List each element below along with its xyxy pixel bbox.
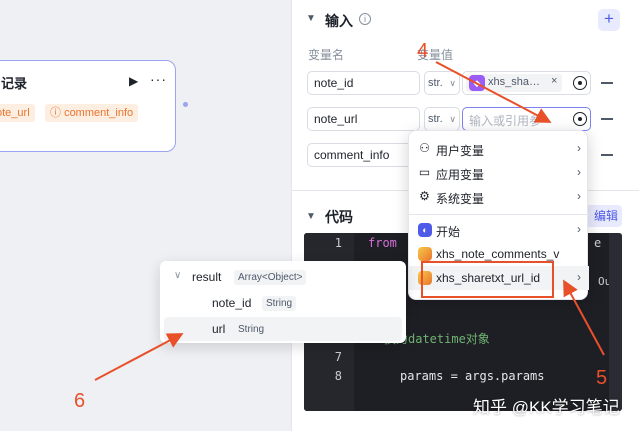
- dropdown-label: 开始: [436, 225, 461, 239]
- type-badge: String: [234, 322, 269, 337]
- remove-variable-button[interactable]: [601, 118, 613, 120]
- add-variable-button[interactable]: +: [598, 9, 620, 31]
- tree-row-result[interactable]: ∨ result Array<Object>: [164, 265, 402, 289]
- dropdown-item-system-vars[interactable]: ⚙ 系统变量 ›: [409, 185, 589, 209]
- start-icon: ◐: [418, 223, 432, 237]
- chevron-right-icon: ›: [577, 165, 581, 179]
- info-icon[interactable]: i: [359, 13, 371, 25]
- dropdown-item-user-vars[interactable]: ⚇ 用户变量 ›: [409, 137, 589, 161]
- column-header-name: 变量名: [308, 48, 345, 62]
- chevron-down-icon: ∨: [449, 78, 456, 88]
- tree-label: url: [212, 322, 226, 336]
- chevron-down-icon: ∨: [174, 270, 182, 281]
- dropdown-label: 应用变量: [436, 168, 485, 182]
- dropdown-label: 用户变量: [436, 144, 485, 158]
- var-value-input[interactable]: 输入或引用参: [462, 107, 591, 131]
- chevron-right-icon: ›: [577, 270, 581, 284]
- watermark: 知乎 @KK学习笔记: [473, 398, 620, 417]
- output-tree-popup: ∨ result Array<Object> note_id String ur…: [160, 261, 406, 343]
- app-icon: [418, 247, 432, 261]
- line-number: 7: [334, 350, 342, 364]
- dropdown-item-app-vars[interactable]: ▭ 应用变量 ›: [409, 161, 589, 185]
- gear-icon: ⚙: [419, 189, 430, 203]
- line-number: 8: [334, 369, 342, 383]
- input-section-title: 输入: [325, 13, 353, 29]
- annotation-4: 4: [417, 40, 429, 62]
- close-icon[interactable]: ×: [551, 75, 557, 87]
- dropdown-item-start[interactable]: ◐ 开始 ›: [409, 218, 589, 242]
- tag-label: comment_info: [64, 107, 134, 119]
- type-badge: Array<Object>: [234, 270, 307, 285]
- dropdown-divider: [409, 214, 589, 215]
- dropdown-label: 系统变量: [436, 192, 485, 206]
- tree-row-note-id[interactable]: note_id String: [164, 291, 402, 315]
- code-fragment: e: [594, 236, 602, 250]
- var-value-field[interactable]: ◆ xhs_sha… ×: [462, 71, 591, 95]
- annotation-6: 6: [74, 390, 86, 412]
- code-keyword: from: [368, 236, 397, 250]
- folder-icon: ▭: [418, 165, 431, 179]
- chevron-down-icon[interactable]: ▼: [306, 211, 316, 222]
- line-number: 1: [334, 236, 342, 250]
- var-name-field[interactable]: note_url: [307, 107, 420, 131]
- type-badge: String: [262, 296, 297, 311]
- remove-variable-button[interactable]: [601, 154, 613, 156]
- code-line: params = args.params: [400, 369, 545, 383]
- code-section-title: 代码: [325, 209, 353, 225]
- chevron-down-icon: ∨: [449, 114, 456, 124]
- node-output-handle[interactable]: [181, 100, 190, 109]
- highlight-box: [421, 261, 554, 298]
- node-title: 记录: [1, 76, 28, 91]
- remove-variable-button[interactable]: [601, 82, 613, 84]
- var-type-select[interactable]: str. ∨: [424, 107, 460, 131]
- app-icon: ◆: [469, 75, 485, 91]
- tree-row-url[interactable]: url String: [164, 317, 402, 341]
- variable-ref-icon[interactable]: [573, 76, 587, 90]
- chevron-right-icon: ›: [577, 189, 581, 203]
- edit-code-button[interactable]: 编辑: [586, 205, 622, 227]
- variable-ref-icon[interactable]: [573, 112, 587, 126]
- dropdown-label: xhs_note_comments_v: [436, 247, 560, 261]
- chevron-down-icon[interactable]: ▼: [306, 13, 316, 24]
- type-label: str.: [428, 113, 443, 125]
- reference-label: xhs_sha…: [488, 76, 540, 88]
- var-type-select[interactable]: str. ∨: [424, 71, 460, 95]
- scrollbar[interactable]: [609, 233, 622, 411]
- more-icon[interactable]: ···: [150, 71, 167, 87]
- user-icon: ⚇: [419, 141, 430, 155]
- type-label: str.: [428, 77, 443, 89]
- chevron-right-icon: ›: [577, 141, 581, 155]
- tree-label: result: [192, 270, 222, 284]
- annotation-5: 5: [596, 367, 608, 389]
- tree-label: note_id: [212, 296, 252, 310]
- chevron-right-icon: ›: [577, 222, 581, 236]
- var-name-field[interactable]: comment_info: [307, 143, 420, 167]
- var-name-field[interactable]: note_id: [307, 71, 420, 95]
- value-placeholder: 输入或引用参: [469, 114, 542, 128]
- node-tag-note-url: ote_url: [0, 104, 35, 122]
- play-icon[interactable]: ▶: [129, 74, 138, 88]
- workflow-node[interactable]: 记录 ▶ ··· ote_url ⓘ comment_info: [0, 60, 176, 152]
- node-tag-comment-info: ⓘ comment_info: [45, 104, 139, 122]
- reference-chip[interactable]: ◆ xhs_sha… ×: [466, 74, 562, 92]
